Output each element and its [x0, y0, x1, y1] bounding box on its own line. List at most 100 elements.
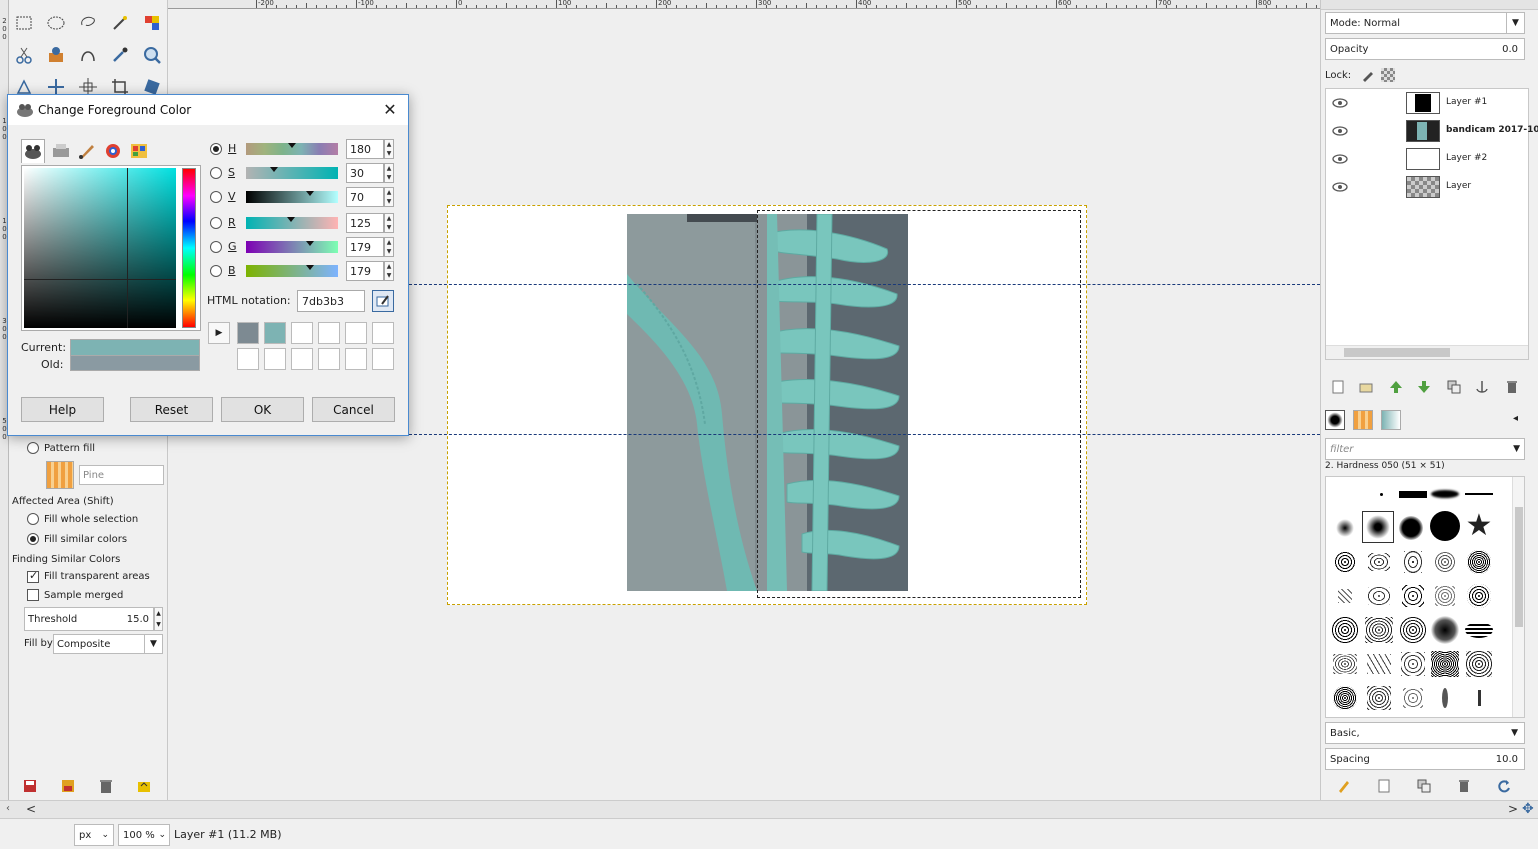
horizontal-scrollbar[interactable]: ‹ < > ✥ — [0, 800, 1538, 818]
duplicate-layer-icon[interactable] — [1447, 380, 1461, 394]
value-slider[interactable] — [246, 191, 338, 203]
brush-item[interactable] — [1398, 479, 1428, 509]
saturation-value-square[interactable] — [24, 168, 176, 328]
raise-layer-icon[interactable] — [1389, 380, 1403, 394]
duplicate-brush-icon[interactable] — [1417, 779, 1431, 793]
green-spinner[interactable]: ▲ ▼ — [384, 237, 394, 257]
history-color-swatch[interactable] — [264, 348, 286, 370]
layers-hscrollbar[interactable] — [1326, 345, 1528, 359]
zoom-select[interactable]: 100 % ⌄ — [118, 824, 170, 846]
spacing-slider[interactable]: Spacing 10.0 — [1325, 748, 1525, 770]
brush-item[interactable] — [1464, 581, 1494, 611]
brush-item[interactable] — [1430, 547, 1460, 577]
hue-slider[interactable] — [246, 143, 338, 155]
zoom-tool-icon[interactable] — [140, 44, 164, 66]
hue-spinner[interactable]: ▲ ▼ — [384, 139, 394, 159]
brush-item[interactable] — [1430, 479, 1460, 509]
fill-similar-colors-radio[interactable] — [27, 533, 39, 545]
save-tool-options-icon[interactable] — [22, 778, 38, 794]
history-color-swatch[interactable] — [372, 322, 394, 344]
brush-item[interactable] — [1464, 683, 1494, 713]
delete-tool-options-icon[interactable] — [98, 778, 114, 794]
cmyk-tab-icon[interactable] — [49, 139, 73, 163]
brush-item[interactable] — [1430, 649, 1460, 679]
color-picker-button[interactable] — [372, 290, 394, 312]
brush-item[interactable] — [1364, 547, 1394, 577]
brush-item[interactable] — [1396, 513, 1426, 543]
pattern-fill-radio[interactable] — [27, 442, 39, 454]
layer-row[interactable]: Layer — [1326, 173, 1530, 201]
green-radio[interactable] — [210, 241, 222, 253]
brush-preset-select[interactable]: Basic, ▼ — [1325, 722, 1525, 744]
blue-radio[interactable] — [210, 265, 222, 277]
new-brush-icon[interactable] — [1377, 779, 1391, 793]
navigate-icon[interactable]: ✥ — [1522, 801, 1534, 817]
color-picker-tool-icon[interactable] — [108, 44, 132, 66]
eye-icon[interactable] — [1332, 125, 1348, 137]
eye-icon[interactable] — [1332, 97, 1348, 109]
value-radio[interactable] — [210, 191, 222, 203]
brush-item[interactable] — [1330, 581, 1360, 611]
rect-select-tool-icon[interactable] — [12, 12, 36, 34]
green-value-input[interactable]: 179 — [346, 237, 384, 257]
fill-by-select[interactable]: Composite ▼ — [53, 634, 163, 654]
history-color-swatch[interactable] — [237, 348, 259, 370]
brush-item[interactable] — [1364, 683, 1394, 713]
history-color-swatch[interactable] — [237, 322, 259, 344]
eye-icon[interactable] — [1332, 153, 1348, 165]
select-by-color-tool-icon[interactable] — [140, 12, 164, 34]
watercolor-tab-icon[interactable] — [75, 139, 99, 163]
unit-select[interactable]: px ⌄ — [74, 824, 114, 846]
brush-item-selected[interactable] — [1362, 511, 1394, 543]
opacity-slider[interactable]: Opacity 0.0 — [1325, 38, 1525, 60]
pattern-preview[interactable] — [46, 461, 74, 489]
brush-item[interactable] — [1366, 479, 1396, 509]
dialog-titlebar[interactable]: Change Foreground Color ✕ — [8, 95, 408, 125]
brush-item[interactable] — [1464, 479, 1494, 509]
wheel-tab-icon[interactable] — [101, 139, 125, 163]
reset-button[interactable]: Reset — [130, 397, 213, 422]
reset-tool-options-icon[interactable] — [136, 778, 152, 794]
history-color-swatch[interactable] — [318, 322, 340, 344]
red-value-input[interactable]: 125 — [346, 213, 384, 233]
brush-item[interactable] — [1330, 547, 1360, 577]
brush-item[interactable] — [1430, 683, 1460, 713]
brush-item[interactable] — [1398, 683, 1428, 713]
lock-alpha-icon[interactable] — [1381, 68, 1395, 82]
lock-pixels-icon[interactable] — [1361, 68, 1375, 82]
history-color-swatch[interactable] — [345, 322, 367, 344]
history-color-swatch[interactable] — [372, 348, 394, 370]
slider-marker[interactable] — [288, 143, 296, 148]
brush-item[interactable] — [1330, 615, 1360, 645]
brush-item[interactable] — [1398, 649, 1428, 679]
red-radio[interactable] — [210, 217, 222, 229]
palette-tab-icon[interactable] — [127, 139, 151, 163]
layer-row[interactable]: Layer #2 — [1326, 145, 1530, 173]
saturation-radio[interactable] — [210, 167, 222, 179]
mode-select[interactable]: Mode: Normal ▼ — [1325, 12, 1525, 34]
brush-item[interactable] — [1330, 649, 1360, 679]
anchor-layer-icon[interactable] — [1475, 380, 1489, 394]
horizontal-guide[interactable] — [409, 434, 1320, 435]
slider-marker[interactable] — [306, 191, 314, 196]
scroll-left-icon[interactable]: ‹ — [6, 803, 10, 814]
saturation-slider[interactable] — [246, 167, 338, 179]
html-notation-input[interactable]: 7db3b3 — [297, 290, 365, 312]
history-color-swatch[interactable] — [318, 348, 340, 370]
close-icon[interactable]: ✕ — [380, 100, 400, 120]
blue-value-input[interactable]: 179 — [346, 261, 384, 281]
brush-item[interactable]: ★ — [1464, 511, 1494, 541]
delete-brush-icon[interactable] — [1457, 779, 1471, 793]
restore-tool-options-icon[interactable] — [60, 778, 76, 794]
threshold-spinner[interactable]: ▲ ▼ — [154, 607, 163, 631]
red-spinner[interactable]: ▲ ▼ — [384, 213, 394, 233]
horizontal-guide[interactable] — [409, 284, 1320, 285]
scissors-tool-icon[interactable] — [12, 44, 36, 66]
delete-layer-icon[interactable] — [1505, 380, 1519, 394]
slider-marker[interactable] — [287, 217, 295, 222]
layer-row[interactable]: bandicam 2017-10 — [1326, 117, 1538, 145]
scroll-right-arrow-icon[interactable]: > — [1508, 802, 1518, 816]
brush-item[interactable] — [1398, 547, 1428, 577]
ok-button[interactable]: OK — [221, 397, 304, 422]
foreground-select-tool-icon[interactable] — [44, 44, 68, 66]
